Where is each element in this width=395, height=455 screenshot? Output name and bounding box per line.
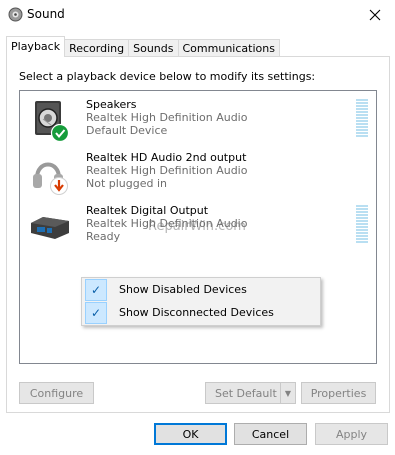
device-item-speakers[interactable]: Speakers Realtek High Definition Audio D…	[20, 95, 376, 147]
sound-app-icon	[8, 7, 23, 22]
menu-item-label: Show Disconnected Devices	[119, 306, 274, 319]
close-button[interactable]	[355, 0, 395, 30]
device-status: Not plugged in	[86, 177, 168, 190]
window-title: Sound	[27, 7, 65, 21]
set-default-label: Set Default	[215, 386, 277, 400]
red-down-arrow-icon	[50, 177, 68, 195]
device-driver: Realtek High Definition Audio	[86, 111, 248, 124]
properties-button[interactable]: Properties	[301, 382, 376, 404]
device-text: Speakers Realtek High Definition Audio D…	[86, 98, 247, 137]
menu-item-show-disabled[interactable]: ✓ Show Disabled Devices	[83, 279, 319, 301]
instruction-text: Select a playback device below to modify…	[19, 70, 316, 83]
menu-item-label: Show Disabled Devices	[119, 283, 247, 296]
watermark: RepairWin.com	[148, 219, 246, 234]
cancel-button[interactable]: Cancel	[234, 423, 307, 445]
device-item-2nd-output[interactable]: Realtek HD Audio 2nd output Realtek High…	[20, 148, 376, 200]
device-name: Realtek Digital Output	[86, 204, 209, 217]
volume-meter	[356, 99, 368, 139]
ok-button[interactable]: OK	[154, 423, 227, 445]
volume-meter	[356, 205, 368, 245]
title-bar: Sound	[0, 0, 395, 30]
device-status: Default Device	[86, 124, 168, 137]
device-name: Realtek HD Audio 2nd output	[86, 151, 247, 164]
device-name: Speakers	[86, 98, 137, 111]
tab-strip: Playback Recording Sounds Communications	[6, 36, 280, 57]
tab-playback[interactable]: Playback	[6, 36, 66, 57]
playback-panel: Select a playback device below to modify…	[6, 56, 390, 413]
chevron-down-icon[interactable]: ▼	[280, 383, 295, 403]
green-check-icon	[50, 123, 69, 143]
tab-recording[interactable]: Recording	[64, 39, 130, 57]
apply-button[interactable]: Apply	[315, 423, 388, 445]
device-driver: Realtek High Definition Audio	[86, 164, 248, 177]
digital-output-icon	[31, 217, 69, 239]
headphones-icon	[33, 162, 68, 195]
context-menu: ✓ Show Disabled Devices ✓ Show Disconnec…	[81, 277, 321, 326]
checkmark-icon: ✓	[85, 302, 107, 324]
tab-communications[interactable]: Communications	[177, 39, 280, 57]
device-text: Realtek HD Audio 2nd output Realtek High…	[86, 151, 247, 190]
speaker-icon	[35, 101, 69, 143]
close-icon	[369, 9, 381, 21]
configure-button[interactable]: Configure	[19, 382, 94, 404]
tab-sounds[interactable]: Sounds	[128, 39, 179, 57]
set-default-button[interactable]: Set Default ▼	[205, 382, 296, 404]
checkmark-icon: ✓	[85, 279, 107, 301]
menu-item-show-disconnected[interactable]: ✓ Show Disconnected Devices	[83, 302, 319, 324]
